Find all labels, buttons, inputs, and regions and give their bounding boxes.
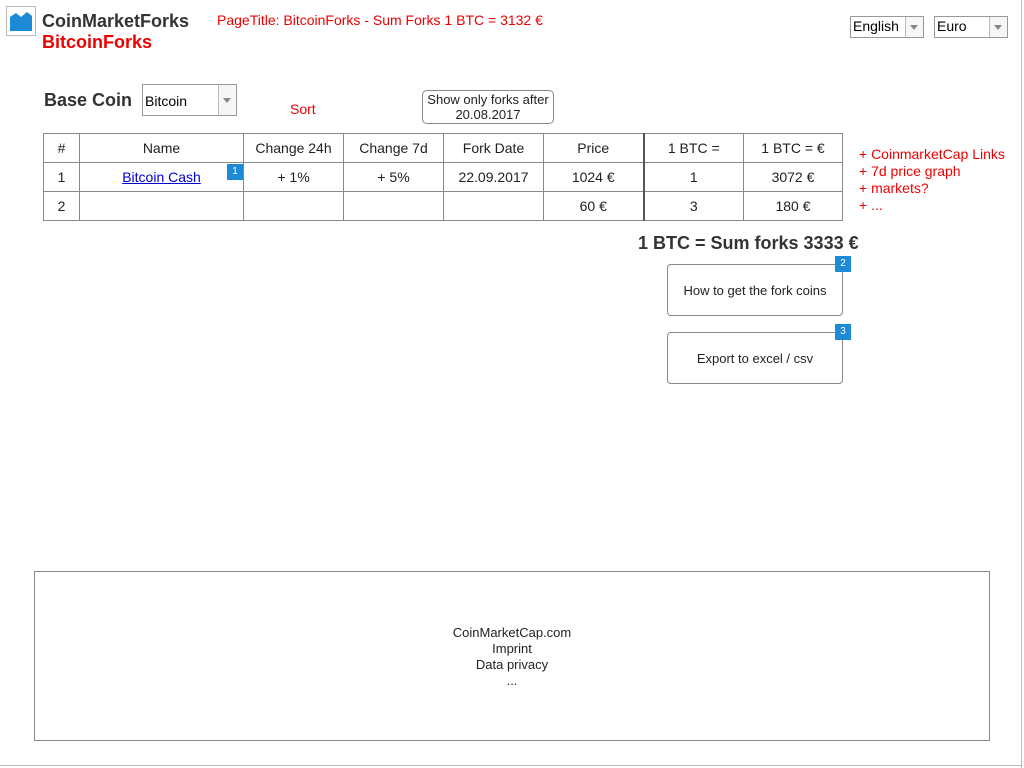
footer-more: ... [506, 673, 518, 688]
site-subtitle: BitcoinForks [42, 32, 153, 52]
per-btc-eur: 3072 € [743, 162, 843, 192]
currency-value: Euro [937, 18, 967, 34]
forks-filter-line1: Show only forks after [427, 92, 549, 107]
table-row: 2 60 € 3 180 € [43, 191, 843, 221]
note-item: + markets? [859, 180, 929, 196]
table-row: 1 Bitcoin Cash 1 + 1% + 5% 22.09.2017 10… [43, 162, 843, 192]
note-item: + CoinmarketCap Links [859, 146, 1005, 162]
fork-date [443, 191, 544, 221]
language-dropdown-button[interactable] [905, 17, 923, 37]
change-24h [243, 191, 344, 221]
row-number: 1 [43, 162, 80, 192]
change-7d: + 5% [343, 162, 444, 192]
logo-image-icon [6, 6, 36, 36]
column-header-change-24h[interactable]: Change 24h [243, 133, 344, 163]
coin-name-link[interactable]: Bitcoin Cash [122, 169, 201, 185]
base-coin-dropdown-button[interactable] [218, 85, 236, 115]
export-label: Export to excel / csv [696, 350, 814, 366]
base-coin-value: Bitcoin [145, 93, 188, 109]
footer-link-imprint[interactable]: Imprint [35, 641, 989, 657]
howto-label: How to get the fork coins [683, 282, 827, 298]
chevron-down-icon [910, 25, 918, 30]
note-item: + 7d price graph [859, 163, 961, 179]
sum-forks-total: 1 BTC = Sum forks 3333 € [638, 233, 859, 253]
base-coin-label: Base Coin [44, 90, 133, 110]
per-btc: 1 [642, 162, 744, 192]
column-header-change-7d[interactable]: Change 7d [343, 133, 444, 163]
column-header-number[interactable]: # [43, 133, 80, 163]
language-value: English [853, 18, 899, 34]
currency-dropdown-button[interactable] [989, 17, 1007, 37]
annotation-badge: 2 [835, 256, 851, 272]
currency-select[interactable]: Euro [934, 16, 1008, 38]
per-btc: 3 [642, 191, 744, 221]
change-24h: + 1% [243, 162, 344, 192]
show-forks-after-button[interactable]: Show only forks after 20.08.2017 [422, 90, 554, 124]
footer-link-coinmarketcap[interactable]: CoinMarketCap.com [35, 625, 989, 641]
change-7d [343, 191, 444, 221]
forks-filter-date: 20.08.2017 [455, 107, 521, 122]
how-to-get-fork-coins-button[interactable]: How to get the fork coins [667, 264, 843, 316]
column-header-per-btc-eur[interactable]: 1 BTC = € [743, 133, 843, 163]
right-border [1021, 0, 1022, 768]
footer: CoinMarketCap.com Imprint Data privacy .… [34, 571, 990, 741]
footer-link-data-privacy[interactable]: Data privacy [35, 657, 989, 673]
chevron-down-icon [223, 98, 231, 103]
annotation-badge: 1 [227, 164, 243, 180]
price: 1024 € [543, 162, 644, 192]
row-number: 2 [43, 191, 80, 221]
per-btc-eur: 180 € [743, 191, 843, 221]
column-header-per-btc[interactable]: 1 BTC = [642, 133, 744, 163]
column-header-fork-date[interactable]: Fork Date [443, 133, 544, 163]
app-name: CoinMarketForks [42, 11, 190, 31]
chevron-down-icon [994, 25, 1002, 30]
bottom-border [0, 765, 1022, 766]
export-excel-csv-button[interactable]: Export to excel / csv [667, 332, 843, 384]
forks-table: # Name Change 24h Change 7d Fork Date Pr… [43, 133, 843, 221]
todo-notes: + CoinmarketCap Links + 7d price graph +… [859, 146, 1005, 214]
coin-name-cell: Bitcoin Cash 1 [79, 162, 244, 192]
coin-name-cell [79, 191, 244, 221]
table-header-row: # Name Change 24h Change 7d Fork Date Pr… [43, 133, 843, 163]
page-title-note: PageTitle: BitcoinForks - Sum Forks 1 BT… [217, 12, 543, 28]
base-coin-select[interactable]: Bitcoin [142, 84, 237, 116]
language-select[interactable]: English [850, 16, 924, 38]
column-header-name[interactable]: Name [79, 133, 244, 163]
fork-date: 22.09.2017 [443, 162, 544, 192]
column-header-price[interactable]: Price [543, 133, 644, 163]
sort-note: Sort [290, 101, 316, 117]
price: 60 € [543, 191, 644, 221]
annotation-badge: 3 [835, 324, 851, 340]
note-item: + ... [859, 197, 883, 213]
